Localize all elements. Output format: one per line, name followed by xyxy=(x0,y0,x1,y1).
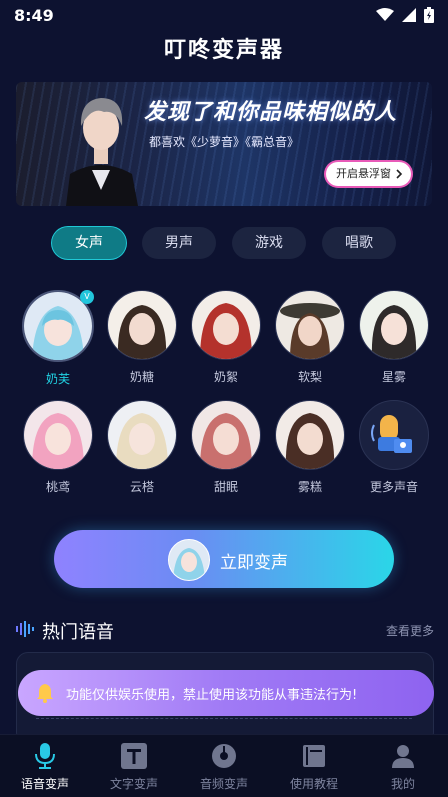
disclaimer-text: 功能仅供娱乐使用，禁止使用该功能从事违法行为! xyxy=(66,688,358,703)
nav-label: 使用教程 xyxy=(289,777,338,791)
tab-singing[interactable]: 唱歌 xyxy=(322,227,396,259)
promo-banner[interactable]: 发现了和你品味相似的人 都喜欢《少萝音》《霸总音》 开启悬浮窗 xyxy=(16,82,432,206)
start-voice-change-button[interactable]: 立即变声 xyxy=(54,530,394,588)
vip-badge: V xyxy=(80,290,94,304)
tab-game[interactable]: 游戏 xyxy=(232,227,306,259)
banner-headline: 发现了和你品味相似的人 xyxy=(144,100,398,125)
voice-name: 软梨 xyxy=(297,370,322,384)
more-voices-circle xyxy=(359,400,429,470)
voice-name: 雾糕 xyxy=(297,480,322,494)
voice-category-tabs: 女声 男声 游戏 唱歌 xyxy=(52,227,396,259)
status-bar: 8:49 xyxy=(0,0,448,30)
chevron-right-icon xyxy=(396,169,403,179)
avatar xyxy=(23,400,93,470)
voice-name: 星雾 xyxy=(381,370,406,384)
avatar xyxy=(275,400,345,470)
nav-label: 文字变声 xyxy=(109,777,158,791)
start-voice-change-label: 立即变声 xyxy=(220,553,288,573)
nav-label: 语音变声 xyxy=(20,777,69,791)
avatar xyxy=(275,290,345,360)
voice-name: 奶芙 xyxy=(45,372,70,386)
tab-male[interactable]: 男声 xyxy=(142,227,216,259)
status-icons xyxy=(376,7,434,23)
avatar xyxy=(107,290,177,360)
avatar xyxy=(359,290,429,360)
battery-icon xyxy=(424,7,434,23)
banner-button-label: 开启悬浮窗 xyxy=(336,167,391,180)
profile-icon xyxy=(392,745,414,768)
nav-voice-change[interactable]: 语音变声 xyxy=(2,741,88,792)
nav-profile[interactable]: 我的 xyxy=(360,741,446,792)
avatar xyxy=(107,400,177,470)
avatar xyxy=(191,400,261,470)
voice-item[interactable]: 星雾 xyxy=(358,290,430,385)
voice-name: 桃鸢 xyxy=(45,480,70,494)
avatar xyxy=(168,539,210,581)
bottom-navigation: 语音变声 文字变声 音频变声 使用教程 我的 xyxy=(0,734,448,797)
voice-name: 奶絮 xyxy=(213,370,238,384)
voice-item[interactable]: 奶絮 xyxy=(190,290,262,385)
divider xyxy=(36,718,412,719)
avatar xyxy=(191,290,261,360)
mic-icon xyxy=(35,743,55,769)
tab-female[interactable]: 女声 xyxy=(52,227,126,259)
bell-icon xyxy=(37,684,53,703)
voice-name: 更多声音 xyxy=(369,480,418,494)
text-icon xyxy=(121,743,147,769)
voice-name: 云榙 xyxy=(129,480,154,494)
hot-voices-title: 热门语音 xyxy=(42,622,114,643)
nav-audio-voice[interactable]: 音频变声 xyxy=(181,741,267,792)
status-time: 8:49 xyxy=(14,6,54,25)
more-voices-item[interactable]: 更多声音 xyxy=(358,400,430,495)
voice-item[interactable]: V 奶芙 xyxy=(22,290,94,387)
banner-person-illustration xyxy=(66,98,138,206)
voice-item[interactable]: 桃鸢 xyxy=(22,400,94,495)
nav-text-voice[interactable]: 文字变声 xyxy=(91,741,177,792)
disclaimer-toast: 功能仅供娱乐使用，禁止使用该功能从事违法行为! xyxy=(18,670,434,716)
sound-wave-icon xyxy=(16,621,34,637)
view-more-link[interactable]: 查看更多 xyxy=(386,622,434,639)
banner-subtitle: 都喜欢《少萝音》《霸总音》 xyxy=(149,135,300,149)
microphone-icon xyxy=(371,415,412,453)
voice-name: 甜眠 xyxy=(213,480,238,494)
nav-label: 音频变声 xyxy=(199,777,248,791)
nav-label: 我的 xyxy=(390,777,415,791)
app-title: 叮咚变声器 xyxy=(163,38,284,63)
voice-item[interactable]: 软梨 xyxy=(274,290,346,385)
nav-tutorial[interactable]: 使用教程 xyxy=(271,741,357,792)
voice-item[interactable]: 奶糖 xyxy=(106,290,178,385)
wifi-icon xyxy=(376,8,394,21)
voice-item[interactable]: 甜眠 xyxy=(190,400,262,495)
open-floating-window-button[interactable]: 开启悬浮窗 xyxy=(326,162,411,186)
voice-name: 奶糖 xyxy=(129,370,154,384)
voice-item[interactable]: 云榙 xyxy=(106,400,178,495)
book-icon xyxy=(303,745,325,767)
music-disc-icon xyxy=(212,744,236,768)
voice-item[interactable]: 雾糕 xyxy=(274,400,346,495)
signal-icon xyxy=(402,8,416,22)
